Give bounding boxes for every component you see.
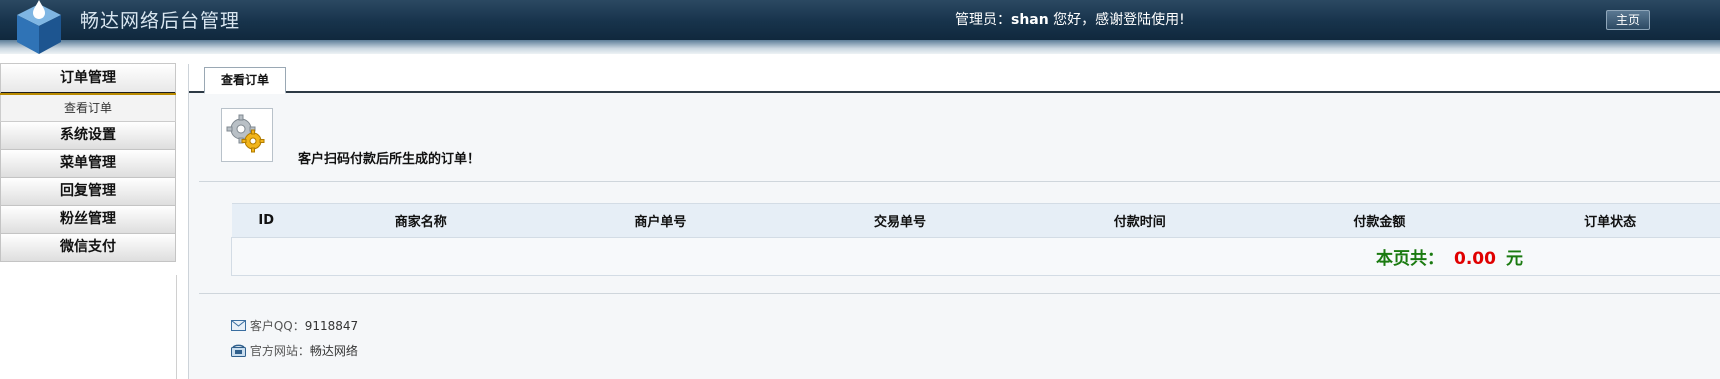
qq-label: 客户QQ： xyxy=(249,319,305,333)
phone-icon xyxy=(231,344,246,357)
table-header-row: ID 商家名称 商户单号 交易单号 付款时间 付款金额 订单状态 xyxy=(231,203,1720,238)
welcome-suffix: 您好，感谢登陆使用! xyxy=(1048,12,1185,28)
top-header xyxy=(0,0,1720,40)
column-header-merchant-name[interactable]: 商家名称 xyxy=(300,203,541,238)
welcome-prefix: 管理员： xyxy=(955,12,1011,28)
sidebar-item-wechat-pay[interactable]: 微信支付 xyxy=(0,234,176,262)
qq-value: 9118847 xyxy=(304,319,359,333)
column-header-trade-no[interactable]: 交易单号 xyxy=(780,203,1020,238)
website-link[interactable]: 畅达网络 xyxy=(310,344,358,358)
divider xyxy=(199,293,1720,294)
sidebar-item-menu-management[interactable]: 菜单管理 xyxy=(0,150,176,178)
admin-name: shan xyxy=(1011,12,1049,28)
tab-bar: 查看订单 xyxy=(189,64,1720,94)
contact-qq: 客户QQ：9118847 xyxy=(231,317,358,334)
sidebar-item-system-settings[interactable]: 系统设置 xyxy=(0,122,176,150)
total-label: 本页共： xyxy=(1376,249,1444,269)
tab-view-orders[interactable]: 查看订单 xyxy=(204,67,286,94)
total-cell: 本页共： 0.00 元 xyxy=(231,237,1720,276)
mail-icon xyxy=(231,320,246,331)
sidebar-item-fans-management[interactable]: 粉丝管理 xyxy=(0,206,176,234)
column-header-order-status[interactable]: 订单状态 xyxy=(1499,203,1720,238)
orders-table: ID 商家名称 商户单号 交易单号 付款时间 付款金额 订单状态 本页共： 0.0… xyxy=(231,203,1720,276)
column-header-id[interactable]: ID xyxy=(231,203,301,238)
welcome-message: 管理员：shan 您好，感谢登陆使用! xyxy=(955,9,1185,29)
column-header-merchant-no[interactable]: 商户单号 xyxy=(540,203,781,238)
sidebar: 订单管理 查看订单 系统设置 菜单管理 回复管理 粉丝管理 微信支付 xyxy=(0,63,176,262)
sidebar-empty-area xyxy=(0,275,177,379)
gear-icon xyxy=(221,108,273,162)
table-total-row: 本页共： 0.00 元 xyxy=(231,237,1720,276)
sidebar-item-reply-management[interactable]: 回复管理 xyxy=(0,178,176,206)
total-unit: 元 xyxy=(1505,249,1523,269)
cube-logo-icon xyxy=(14,0,64,56)
header-band xyxy=(0,40,1720,54)
home-button[interactable]: 主页 xyxy=(1606,10,1650,30)
page-intro: 客户扫码付款后所生成的订单！ xyxy=(298,152,481,167)
total-value: 0.00 xyxy=(1454,249,1496,269)
app-title: 畅达网络后台管理 xyxy=(80,10,241,32)
website-label: 官方网站： xyxy=(249,344,310,358)
divider xyxy=(199,181,1720,182)
column-header-pay-amount[interactable]: 付款金额 xyxy=(1259,203,1500,238)
page-total: 本页共： 0.00 元 xyxy=(1376,244,1720,269)
main-panel: 查看订单 客户扫码付款后所生成的订单！ ID 商家名称 商户单号 交易单号 付款… xyxy=(188,64,1720,379)
sidebar-group-orders[interactable]: 订单管理 xyxy=(0,63,176,95)
contact-website: 官方网站：畅达网络 xyxy=(231,342,358,359)
sidebar-item-view-orders[interactable]: 查看订单 xyxy=(0,95,176,122)
column-header-pay-time[interactable]: 付款时间 xyxy=(1019,203,1260,238)
